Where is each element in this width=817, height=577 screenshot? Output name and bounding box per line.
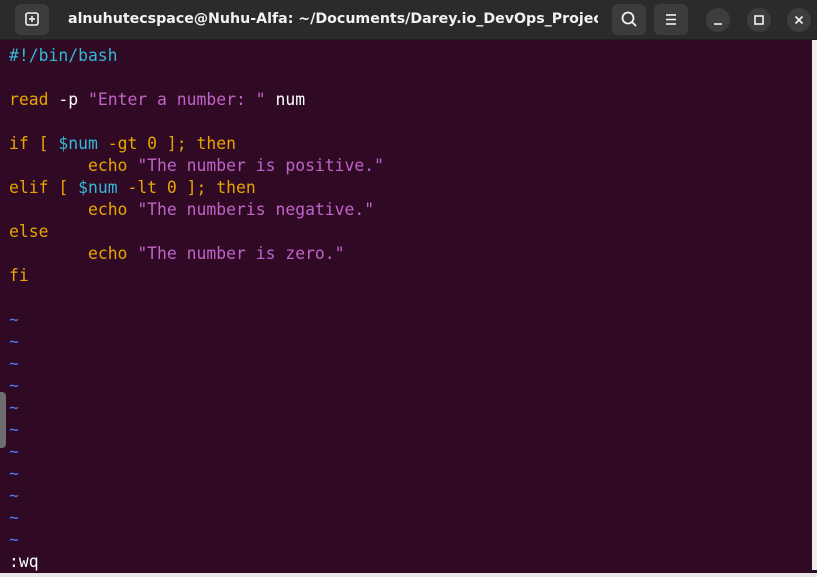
new-tab-icon	[15, 4, 49, 35]
empty-line-marker: ~	[9, 486, 19, 505]
menu-button[interactable]	[654, 4, 688, 35]
string-literal: "The number is positive."	[137, 156, 385, 175]
code-line-1: #!/bin/bash	[9, 45, 118, 67]
terminal-window: alnuhutecspace@Nuhu-Alfa: ~/Documents/Da…	[0, 0, 817, 577]
string-literal: "Enter a number: "	[87, 90, 266, 109]
window-title: alnuhutecspace@Nuhu-Alfa: ~/Documents/Da…	[68, 11, 598, 27]
code-line-8: echo "The numberis negative."	[9, 199, 374, 221]
keyword: fi	[9, 266, 29, 285]
string-literal: "The number is zero."	[137, 244, 345, 263]
empty-line-marker: ~	[9, 332, 19, 351]
code-line-7: elif [ $num -lt 0 ]; then	[9, 177, 256, 199]
option: -p	[48, 90, 88, 109]
scrollbar-thumb[interactable]	[812, 40, 817, 570]
empty-line-marker: ~	[9, 310, 19, 329]
code-line-3: read -p "Enter a number: " num	[9, 89, 305, 111]
empty-line-marker: ~	[9, 442, 19, 461]
maximize-icon	[747, 8, 771, 32]
semicolon: ;	[176, 134, 197, 153]
maximize-button[interactable]	[747, 8, 771, 32]
condition: -gt 0 ]	[97, 134, 177, 153]
close-icon	[787, 8, 811, 32]
variable: $num	[78, 178, 118, 197]
bracket: [	[48, 178, 79, 197]
variable-name: num	[265, 90, 306, 109]
keyword: then	[216, 178, 256, 197]
vim-command-line[interactable]: :wq	[9, 551, 39, 573]
search-button[interactable]	[612, 4, 646, 35]
side-panel-handle[interactable]	[0, 392, 6, 448]
empty-line-marker: ~	[9, 354, 19, 373]
title-bar[interactable]: alnuhutecspace@Nuhu-Alfa: ~/Documents/Da…	[0, 0, 817, 40]
keyword: echo	[87, 200, 128, 219]
shebang: #!/bin/bash	[9, 46, 118, 65]
keyword: if	[9, 134, 29, 153]
keyword: elif	[9, 178, 49, 197]
vim-editor[interactable]: #!/bin/bash read -p "Enter a number: " n…	[0, 40, 812, 577]
string-literal: "The numberis negative."	[137, 200, 375, 219]
hamburger-menu-icon	[654, 4, 688, 35]
search-icon	[612, 4, 646, 35]
empty-line-marker: ~	[9, 376, 19, 395]
empty-line-marker: ~	[9, 508, 19, 527]
code-line-6: echo "The number is positive."	[9, 155, 384, 177]
minimize-icon	[706, 8, 730, 32]
keyword: echo	[87, 156, 128, 175]
window-bottom-edge	[0, 573, 817, 577]
empty-line-marker: ~	[9, 464, 19, 483]
condition: -lt 0 ]	[117, 178, 197, 197]
keyword: read	[9, 90, 49, 109]
keyword: echo	[87, 244, 128, 263]
close-button[interactable]	[787, 8, 811, 32]
new-tab-button[interactable]	[15, 4, 49, 35]
semicolon: ;	[196, 178, 217, 197]
code-line-5: if [ $num -gt 0 ]; then	[9, 133, 236, 155]
variable: $num	[58, 134, 98, 153]
bracket: [	[28, 134, 59, 153]
keyword: then	[196, 134, 237, 153]
code-line-9: else	[9, 221, 48, 243]
code-line-10: echo "The number is zero."	[9, 243, 345, 265]
code-line-11: fi	[9, 265, 29, 287]
minimize-button[interactable]	[706, 8, 730, 32]
empty-line-marker: ~	[9, 530, 19, 549]
empty-line-marker: ~	[9, 420, 19, 439]
keyword: else	[9, 222, 49, 241]
empty-line-marker: ~	[9, 398, 19, 417]
